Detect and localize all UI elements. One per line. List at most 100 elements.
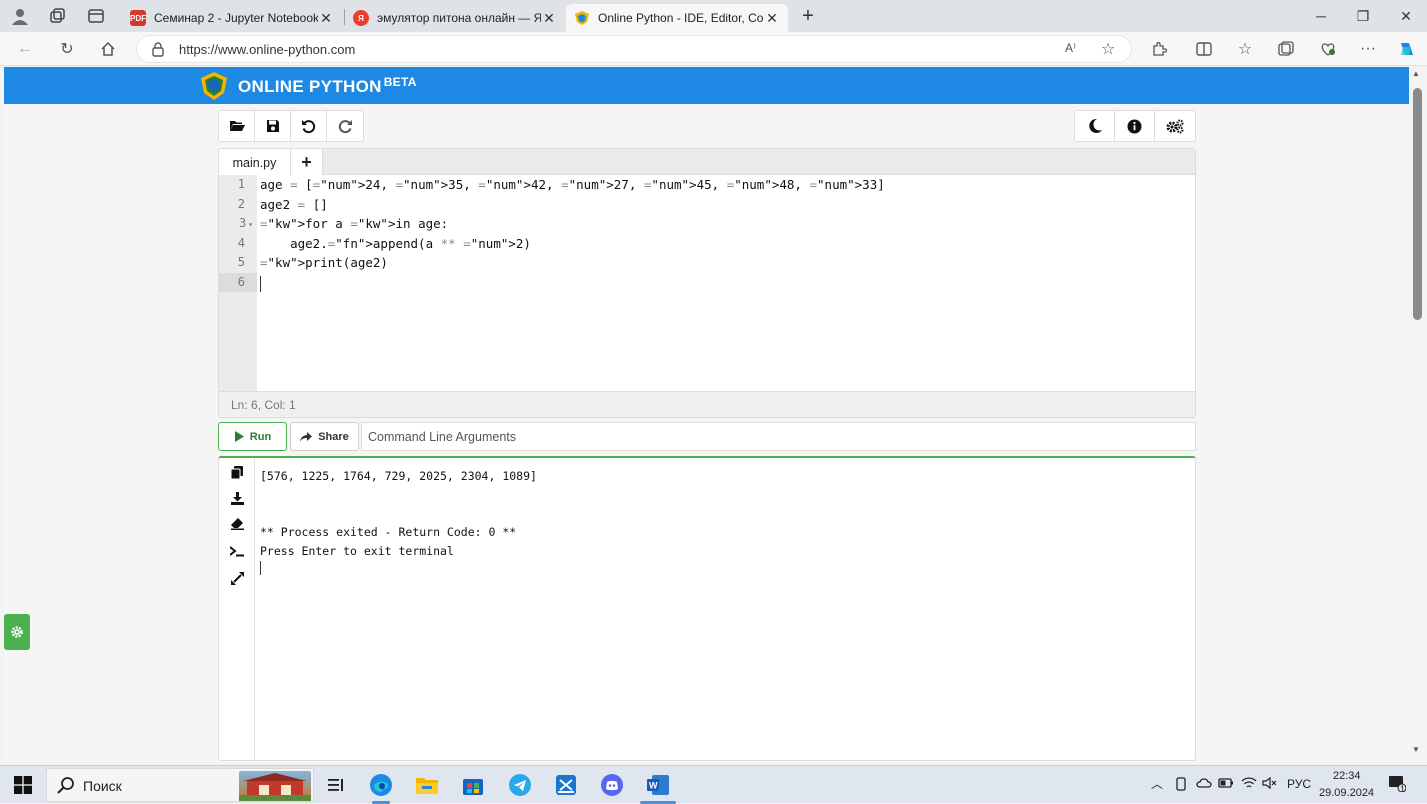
online-python-icon (574, 10, 590, 26)
windows-start-icon[interactable] (10, 772, 36, 798)
clock-time[interactable]: 22:34 (1333, 770, 1361, 782)
run-button[interactable]: Run (218, 422, 287, 451)
lock-icon[interactable] (151, 41, 165, 60)
favorite-star-icon[interactable]: ☆ (1101, 39, 1115, 59)
pdf-icon: PDF (130, 10, 146, 26)
brand-title: ONLINE PYTHON BETA (238, 75, 417, 97)
more-options-icon[interactable]: ··· (1357, 38, 1379, 60)
line-number: 2 (237, 196, 245, 211)
output-line: ** Process exited - Return Code: 0 ** (260, 525, 517, 539)
share-label: Share (318, 430, 349, 443)
share-button[interactable]: Share (290, 422, 359, 451)
info-icon (1127, 119, 1142, 133)
clock-date[interactable]: 29.09.2024 (1319, 787, 1374, 799)
language-indicator[interactable]: РУС (1287, 777, 1311, 791)
file-tab-main[interactable]: main.py (219, 149, 291, 176)
beta-badge: BETA (383, 75, 417, 89)
file-tabs: main.py + (219, 149, 1195, 176)
scrollbar-thumb[interactable] (1413, 88, 1422, 320)
split-screen-icon[interactable] (1193, 38, 1215, 60)
redo-button[interactable] (327, 111, 363, 141)
settings-button[interactable] (1155, 111, 1195, 141)
browser-essentials-icon[interactable] (1317, 38, 1339, 60)
online-python-logo[interactable] (199, 71, 229, 101)
save-button[interactable] (255, 111, 291, 141)
yandex-icon: Я (353, 10, 369, 26)
phone-link-icon[interactable] (1175, 777, 1187, 794)
battery-icon[interactable] (1218, 777, 1234, 791)
browser-nav-bar: ← ↻ https://www.online-python.com A⁾ ☆ ☆… (0, 32, 1427, 66)
undo-button[interactable] (291, 111, 327, 141)
close-window-icon[interactable]: ✕ (1396, 6, 1416, 26)
output-terminal[interactable]: [576, 1225, 1764, 729, 2025, 2304, 1089]… (218, 456, 1196, 761)
run-label: Run (249, 430, 272, 443)
new-tab-button[interactable]: + (798, 5, 818, 27)
command-line-args-input[interactable]: Command Line Arguments (361, 422, 1196, 451)
tab-pdf[interactable]: PDF Семинар 2 - Jupyter Notebook.pdf ✕ (122, 4, 342, 32)
fold-arrow-icon[interactable]: ▾ (248, 220, 253, 229)
tab-online-python[interactable]: Online Python - IDE, Editor, Compiler ✕ (566, 4, 788, 32)
tab-title: Семинар 2 - Jupyter Notebook.pdf (154, 11, 318, 25)
show-hidden-icons[interactable]: ︿ (1151, 775, 1163, 792)
taskbar-search[interactable]: Поиск (46, 768, 314, 802)
edge-icon[interactable] (368, 772, 394, 798)
terminal-sidebar (219, 458, 255, 761)
code-editor[interactable]: main.py + 1 2 3 ▾ 4 5 6 age = [="num">24,… (218, 148, 1196, 418)
workspaces-icon[interactable] (47, 6, 67, 26)
home-icon[interactable] (97, 38, 119, 60)
search-label: Поиск (83, 778, 122, 794)
code-line-3: ="kw">for a ="kw">in age: (260, 214, 448, 234)
info-button[interactable] (1115, 111, 1155, 141)
favorites-icon[interactable]: ☆ (1234, 38, 1256, 60)
onedrive-icon[interactable] (1196, 777, 1212, 791)
read-aloud-icon[interactable]: A⁾ (1065, 41, 1076, 55)
collections-icon[interactable] (1275, 38, 1297, 60)
tab-actions-icon[interactable] (86, 6, 106, 26)
line-number-current: 6 (219, 272, 257, 292)
file-toolbar (218, 110, 364, 142)
output-line: [576, 1225, 1764, 729, 2025, 2304, 1089] (260, 469, 537, 483)
widgets-icon[interactable] (323, 772, 349, 798)
volume-muted-icon[interactable] (1262, 776, 1278, 792)
moon-icon (1088, 118, 1102, 133)
close-icon[interactable]: ✕ (541, 10, 557, 27)
close-icon[interactable]: ✕ (318, 10, 334, 27)
save-icon (266, 120, 279, 132)
back-icon[interactable]: ← (14, 38, 36, 60)
scroll-down-icon[interactable]: ▼ (1412, 745, 1420, 754)
search-highlight-image[interactable] (239, 771, 311, 801)
telegram-icon[interactable] (507, 772, 533, 798)
text-cursor (260, 276, 261, 292)
microsoft-store-icon[interactable] (460, 772, 486, 798)
refresh-icon[interactable]: ↻ (56, 38, 78, 60)
svg-text:W: W (649, 781, 658, 791)
editor-status-bar: Ln: 6, Col: 1 (219, 391, 1195, 417)
eraser-icon[interactable] (227, 514, 247, 534)
add-file-button[interactable]: + (291, 149, 323, 175)
terminal-icon[interactable] (227, 541, 247, 561)
file-explorer-icon[interactable] (414, 772, 440, 798)
copy-icon[interactable] (227, 462, 247, 482)
download-icon[interactable] (227, 488, 247, 508)
minimize-icon[interactable]: ─ (1311, 6, 1331, 26)
code-text: age2 = [] (260, 196, 328, 212)
discord-icon[interactable] (599, 772, 625, 798)
dark-mode-button[interactable] (1075, 111, 1115, 141)
word-icon[interactable]: W (645, 772, 671, 798)
close-icon[interactable]: ✕ (764, 10, 780, 27)
copilot-icon[interactable] (1396, 38, 1418, 60)
tab-yandex[interactable]: Я эмулятор питона онлайн — Яндекс ✕ (345, 4, 565, 32)
address-bar[interactable]: https://www.online-python.com A⁾ ☆ (136, 35, 1132, 63)
open-folder-button[interactable] (219, 111, 255, 141)
floating-settings-button[interactable] (4, 614, 30, 650)
wifi-icon[interactable] (1241, 777, 1257, 792)
scroll-up-icon[interactable]: ▲ (1412, 69, 1420, 78)
line-number: 4 (237, 235, 245, 250)
profile-icon[interactable] (10, 6, 30, 26)
expand-icon[interactable] (227, 568, 247, 588)
maximize-icon[interactable]: ❐ (1353, 6, 1373, 26)
gear-icon (11, 626, 23, 638)
snipping-tool-icon[interactable] (553, 772, 579, 798)
play-icon (234, 431, 244, 442)
extensions-icon[interactable] (1148, 38, 1170, 60)
